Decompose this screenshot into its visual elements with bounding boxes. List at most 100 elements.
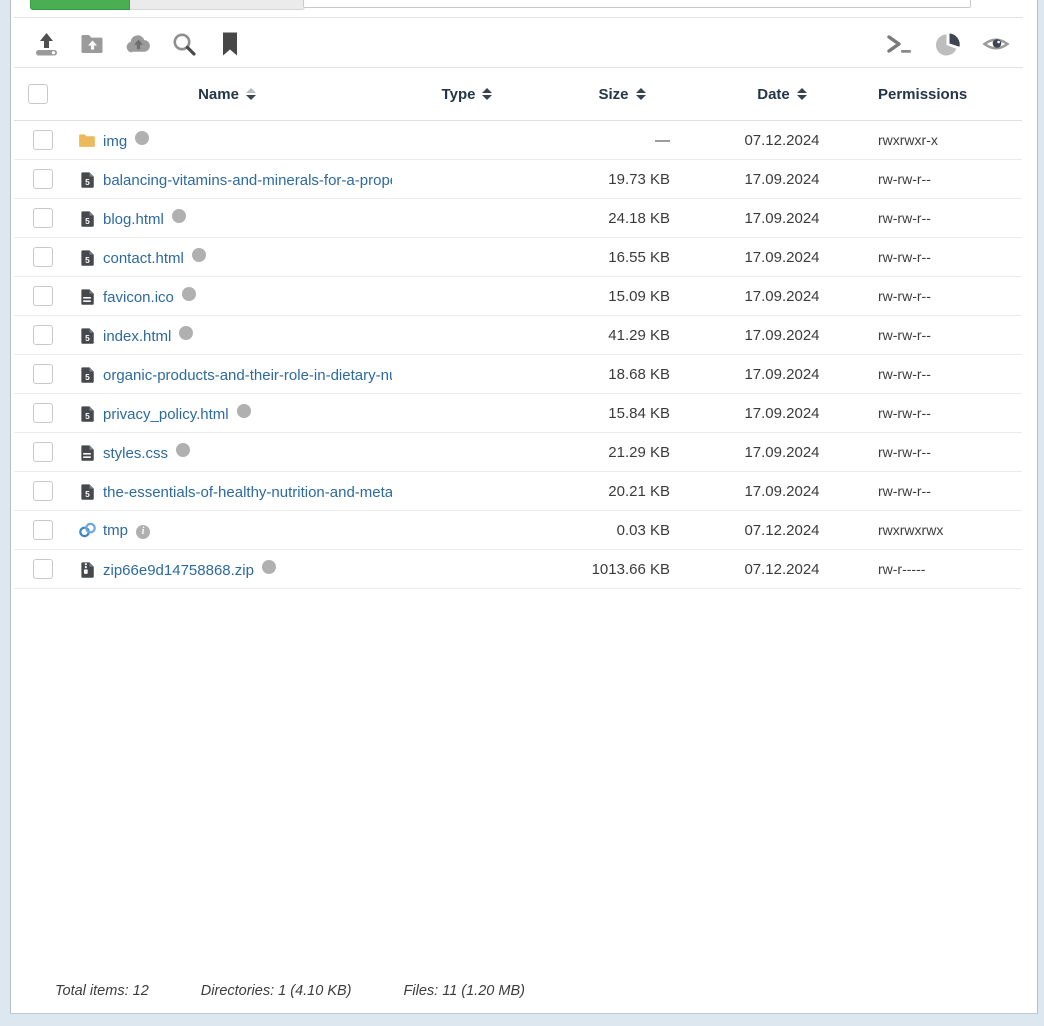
file-permissions: rw-rw-r-- [862, 238, 1022, 277]
svg-text:5: 5 [85, 372, 90, 382]
file-row[interactable]: 5index.html 41.29 KB 17.09.2024 rw-rw-r-… [14, 316, 1022, 355]
select-all-header [14, 68, 62, 121]
file-name-link[interactable]: the-essentials-of-healthy-nutrition-and-… [103, 484, 392, 501]
column-header-name[interactable]: Name [62, 68, 392, 121]
row-checkbox[interactable] [33, 130, 53, 150]
column-header-date[interactable]: Date [702, 68, 862, 121]
svg-text:5: 5 [85, 216, 90, 226]
file-type [392, 355, 542, 394]
cloud-upload-button[interactable] [123, 29, 153, 59]
svg-text:5: 5 [85, 411, 90, 421]
file-row[interactable]: 5the-essentials-of-healthy-nutrition-and… [14, 472, 1022, 511]
file-size: 21.29 KB [542, 433, 702, 472]
file-name-link[interactable]: blog.html [103, 211, 164, 228]
row-checkbox[interactable] [33, 403, 53, 423]
info-badge[interactable]: i [136, 525, 150, 539]
info-badge[interactable] [172, 209, 186, 223]
file-date: 17.09.2024 [702, 394, 862, 433]
file-row[interactable]: 5 balancing-vitamins-and-minerals-for-a-p… [14, 160, 1022, 199]
info-badge[interactable] [179, 326, 193, 340]
info-badge[interactable] [176, 443, 190, 457]
status-directories: Directories: 1 (4.10 KB) [201, 983, 352, 999]
file-name-link[interactable]: favicon.ico [103, 289, 174, 306]
info-badge[interactable] [192, 248, 206, 262]
html-file-icon: 5 [78, 210, 96, 228]
file-permissions: rw-rw-r-- [862, 355, 1022, 394]
path-input[interactable] [303, 0, 971, 8]
info-badge[interactable] [262, 560, 276, 574]
column-label-name: Name [198, 86, 239, 103]
divider [14, 17, 1023, 18]
row-checkbox[interactable] [33, 325, 53, 345]
usage-pie-icon [934, 31, 962, 58]
quota-progress-fill [30, 0, 130, 10]
row-checkbox[interactable] [33, 169, 53, 189]
status-files: Files: 11 (1.20 MB) [404, 983, 525, 999]
upload-button[interactable] [31, 29, 61, 59]
search-button[interactable] [169, 29, 199, 59]
html-file-icon: 5 [78, 171, 96, 189]
file-permissions: rw-r----- [862, 550, 1022, 589]
cloud-upload-icon [124, 31, 153, 57]
file-row[interactable]: 5privacy_policy.html 15.84 KB 17.09.2024… [14, 394, 1022, 433]
file-permissions: rw-rw-r-- [862, 433, 1022, 472]
file-date: 17.09.2024 [702, 238, 862, 277]
select-all-checkbox[interactable] [28, 84, 48, 104]
file-name-link[interactable]: privacy_policy.html [103, 406, 229, 423]
file-row[interactable]: img — 07.12.2024 rwxrwxr-x [14, 121, 1022, 160]
row-checkbox[interactable] [33, 286, 53, 306]
file-permissions: rw-rw-r-- [862, 199, 1022, 238]
column-header-type[interactable]: Type [392, 68, 542, 121]
html-file-icon: 5 [78, 366, 96, 384]
file-name-link[interactable]: index.html [103, 328, 171, 345]
column-label-size: Size [598, 86, 628, 103]
row-checkbox[interactable] [33, 364, 53, 384]
row-checkbox[interactable] [33, 481, 53, 501]
file-permissions: rwxrwxr-x [862, 121, 1022, 160]
row-checkbox[interactable] [33, 247, 53, 267]
folder-upload-button[interactable] [77, 29, 107, 59]
info-badge[interactable] [182, 287, 196, 301]
file-name-link[interactable]: contact.html [103, 250, 184, 267]
zip-file-icon [78, 561, 96, 579]
info-badge[interactable] [237, 404, 251, 418]
plain-file-icon [78, 444, 96, 462]
file-row[interactable]: zip66e9d14758868.zip 1013.66 KB 07.12.20… [14, 550, 1022, 589]
file-size: 19.73 KB [542, 160, 702, 199]
info-badge[interactable] [135, 131, 149, 145]
file-size: — [542, 121, 702, 160]
file-row[interactable]: 5contact.html 16.55 KB 17.09.2024 rw-rw-… [14, 238, 1022, 277]
file-row[interactable]: 5blog.html 24.18 KB 17.09.2024 rw-rw-r-- [14, 199, 1022, 238]
file-row[interactable]: 5 organic-products-and-their-role-in-diet… [14, 355, 1022, 394]
file-type [392, 277, 542, 316]
file-size: 18.68 KB [542, 355, 702, 394]
toolbar-left-group [31, 29, 245, 59]
file-name-link[interactable]: tmp [103, 522, 128, 539]
column-label-date: Date [757, 86, 790, 103]
file-table: NameTypeSizeDatePermissions img — 07.12.… [14, 68, 1022, 589]
file-row[interactable]: favicon.ico 15.09 KB 17.09.2024 rw-rw-r-… [14, 277, 1022, 316]
file-row[interactable]: tmpi 0.03 KB 07.12.2024 rwxrwxrwx [14, 511, 1022, 550]
row-checkbox[interactable] [33, 520, 53, 540]
row-checkbox[interactable] [33, 559, 53, 579]
file-permissions: rw-rw-r-- [862, 277, 1022, 316]
file-name-link[interactable]: styles.css [103, 445, 168, 462]
terminal-button[interactable] [885, 29, 915, 59]
column-header-size[interactable]: Size [542, 68, 702, 121]
usage-pie-button[interactable] [933, 29, 963, 59]
file-name-link[interactable]: balancing-vitamins-and-minerals-for-a-pr… [103, 172, 392, 189]
file-date: 07.12.2024 [702, 550, 862, 589]
file-row[interactable]: styles.css 21.29 KB 17.09.2024 rw-rw-r-- [14, 433, 1022, 472]
svg-text:5: 5 [85, 333, 90, 343]
file-name-link[interactable]: img [103, 133, 127, 150]
table-header-row: NameTypeSizeDatePermissions [14, 68, 1022, 121]
row-checkbox[interactable] [33, 442, 53, 462]
file-name-link[interactable]: organic-products-and-their-role-in-dieta… [103, 367, 392, 384]
row-checkbox[interactable] [33, 208, 53, 228]
bookmark-button[interactable] [215, 29, 245, 59]
html-file-icon: 5 [78, 405, 96, 423]
file-name-link[interactable]: zip66e9d14758868.zip [103, 562, 254, 579]
preview-eye-button[interactable] [981, 29, 1011, 59]
file-permissions: rw-rw-r-- [862, 160, 1022, 199]
file-type [392, 316, 542, 355]
